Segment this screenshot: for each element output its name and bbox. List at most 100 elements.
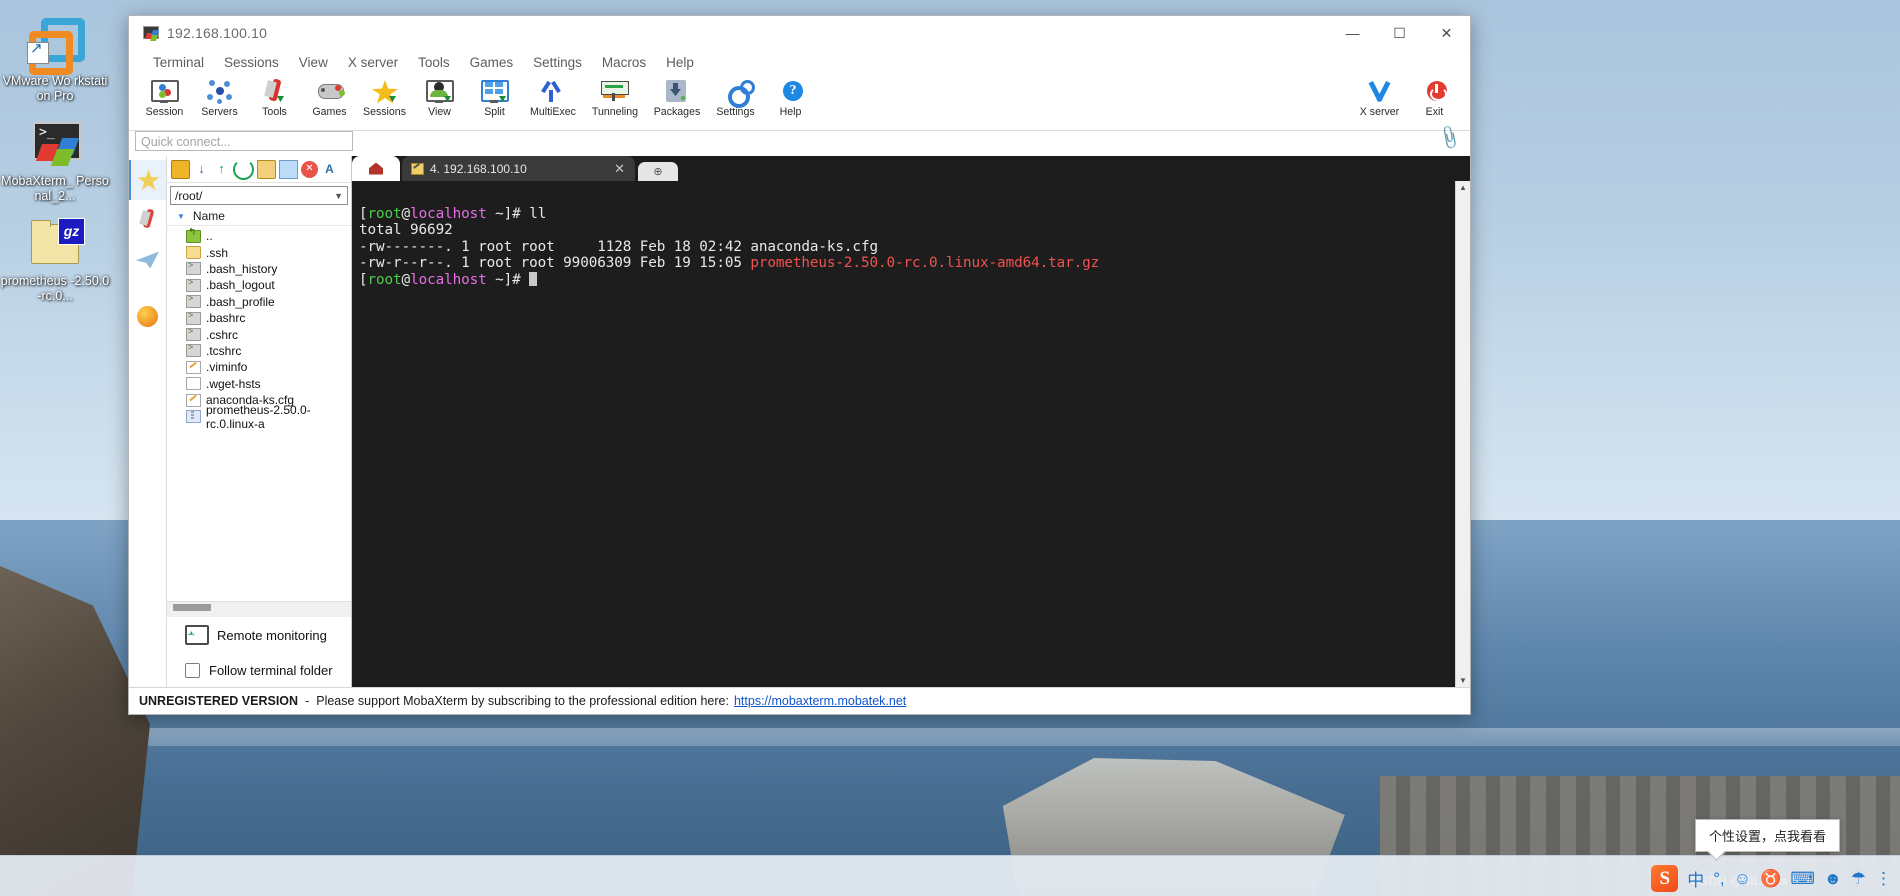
scroll-down-icon[interactable]: ▼ (1456, 674, 1470, 687)
list-item[interactable]: prometheus-2.50.0-rc.0.linux-a (167, 408, 351, 424)
toolbar-button-tools[interactable]: Tools (247, 76, 302, 118)
scroll-up-icon[interactable]: ▲ (1456, 181, 1470, 194)
list-item[interactable]: .bashrc (167, 310, 351, 326)
desktop-icon-vmware[interactable]: VMware Wo rkstation Pro (0, 18, 110, 104)
sort-descending-icon: ▼ (177, 212, 185, 221)
list-item[interactable]: .bash_history (167, 261, 351, 277)
tab-home[interactable] (352, 156, 400, 181)
shell-file-icon (186, 295, 201, 308)
sftp-column-header[interactable]: ▼ Name (167, 207, 351, 226)
menu-terminal[interactable]: Terminal (143, 53, 214, 72)
sftp-horizontal-scrollbar[interactable] (167, 601, 351, 617)
new-file-icon[interactable] (279, 160, 298, 179)
download-icon[interactable]: ↓ (193, 161, 210, 178)
mobatek-link[interactable]: https://mobaxterm.mobatek.net (734, 694, 906, 708)
new-folder-icon[interactable] (257, 160, 276, 179)
list-item[interactable]: .bash_logout (167, 277, 351, 293)
prompt-at: @ (402, 272, 411, 288)
sidebar-button-sftp[interactable] (129, 240, 166, 280)
emoji-icon[interactable]: ☺ (1734, 869, 1751, 889)
toolbar-label: Exit (1407, 106, 1462, 118)
maximize-button[interactable]: ☐ (1376, 16, 1423, 50)
desktop-icon-mobaxterm[interactable]: MobaXterm_ Personal_2... (0, 118, 110, 204)
terminal-vertical-scrollbar[interactable]: ▲ ▼ (1455, 181, 1470, 687)
packages-icon (646, 78, 708, 104)
tab-session-active[interactable]: 4. 192.168.100.10 ✕ (402, 156, 635, 181)
menu-tools[interactable]: Tools (408, 53, 460, 72)
menu-sessions[interactable]: Sessions (214, 53, 289, 72)
toolbar-button-help[interactable]: ? Help (763, 76, 818, 118)
upload-icon[interactable]: ↑ (213, 161, 230, 178)
list-item[interactable]: .wget-hsts (167, 376, 351, 392)
ime-mode-chinese[interactable]: 中 (1687, 866, 1704, 891)
toolbar-label: X server (1352, 106, 1407, 118)
ime-punctuation-icon[interactable]: °, (1713, 869, 1725, 889)
toolbar-button-session[interactable]: Session (137, 76, 192, 118)
scrollbar-track[interactable] (1456, 194, 1470, 674)
menu-view[interactable]: View (289, 53, 338, 72)
menu-games[interactable]: Games (460, 53, 524, 72)
list-item[interactable]: .. (167, 228, 351, 244)
close-button[interactable]: ✕ (1423, 16, 1470, 50)
view-icon (412, 78, 467, 104)
desktop-icon-prometheus-archive[interactable]: gz prometheus -2.50.0-rc.0... (0, 218, 110, 304)
gz-archive-icon: gz (27, 218, 83, 270)
keyboard-icon[interactable]: ⌨ (1790, 869, 1815, 889)
ime-tooltip[interactable]: 个性设置，点我看看 (1695, 819, 1840, 852)
close-icon[interactable]: ✕ (610, 161, 629, 177)
sftp-file-list[interactable]: .. .ssh .bash_history .bash_logout .bash… (167, 226, 351, 601)
scrollbar-thumb[interactable] (173, 604, 211, 611)
list-item[interactable]: .bash_profile (167, 294, 351, 310)
list-item[interactable]: .cshrc (167, 326, 351, 342)
list-item[interactable]: .tcshrc (167, 343, 351, 359)
toolbar-button-games[interactable]: Games (302, 76, 357, 118)
multiexec-icon (522, 78, 584, 104)
toolbar-button-servers[interactable]: Servers (192, 76, 247, 118)
sidebar-button-favorites[interactable] (129, 160, 166, 200)
new-tab-button[interactable]: ⊕ (638, 162, 678, 181)
toolbar-button-x-server[interactable]: X server (1352, 76, 1407, 118)
user-icon[interactable]: ☻ (1824, 869, 1842, 889)
power-exit-icon (1407, 78, 1462, 104)
list-item[interactable]: .ssh (167, 244, 351, 260)
quick-connect-input[interactable]: Quick connect... (135, 131, 353, 151)
toolbar-button-view[interactable]: View (412, 76, 467, 118)
follow-terminal-folder-checkbox[interactable] (185, 663, 200, 678)
refresh-icon[interactable] (233, 159, 254, 180)
parent-folder-icon[interactable] (171, 160, 190, 179)
ime-menu-icon[interactable]: ⋮ (1875, 869, 1892, 889)
toolbar-label: Tunneling (584, 106, 646, 118)
toolbar-button-settings[interactable]: Settings (708, 76, 763, 118)
follow-terminal-folder-row[interactable]: Follow terminal folder (167, 653, 351, 687)
toolbar-button-split[interactable]: Split (467, 76, 522, 118)
sftp-path-input[interactable]: /root/ ▼ (170, 186, 348, 205)
menu-macros[interactable]: Macros (592, 53, 656, 72)
toolbar-button-sessions[interactable]: Sessions (357, 76, 412, 118)
sogou-logo-icon[interactable]: S (1651, 865, 1678, 892)
toolbar-button-multiexec[interactable]: MultiExec (522, 76, 584, 118)
toolbar-button-packages[interactable]: Packages (646, 76, 708, 118)
microphone-icon[interactable]: ♉ (1760, 869, 1781, 889)
toolbar-button-tunneling[interactable]: Tunneling (584, 76, 646, 118)
x-server-icon (1352, 78, 1407, 104)
file-name: .cshrc (206, 328, 238, 342)
toolbar-button-exit[interactable]: Exit (1407, 76, 1462, 118)
chevron-down-icon[interactable]: ▼ (334, 191, 343, 201)
toolbar-label: Tools (247, 106, 302, 118)
sidebar-button-tools[interactable] (129, 200, 166, 240)
skin-icon[interactable]: ☂ (1851, 869, 1866, 889)
menu-settings[interactable]: Settings (523, 53, 592, 72)
sftp-column-name-label: Name (193, 209, 225, 223)
delete-icon[interactable]: ✕ (301, 161, 318, 178)
left-sidebar-strip (129, 156, 167, 687)
menu-help[interactable]: Help (656, 53, 704, 72)
remote-monitoring-button[interactable]: Remote monitoring (167, 617, 351, 653)
text-mode-icon[interactable]: A (321, 161, 338, 178)
toolbar-label: Split (467, 106, 522, 118)
file-name: .bashrc (206, 311, 245, 325)
sidebar-button-macros[interactable] (129, 296, 166, 336)
minimize-button[interactable]: — (1329, 16, 1376, 50)
terminal-screen[interactable]: [root@localhost ~]# ll total 96692 -rw--… (352, 181, 1455, 687)
menu-x-server[interactable]: X server (338, 53, 408, 72)
list-item[interactable]: .viminfo (167, 359, 351, 375)
